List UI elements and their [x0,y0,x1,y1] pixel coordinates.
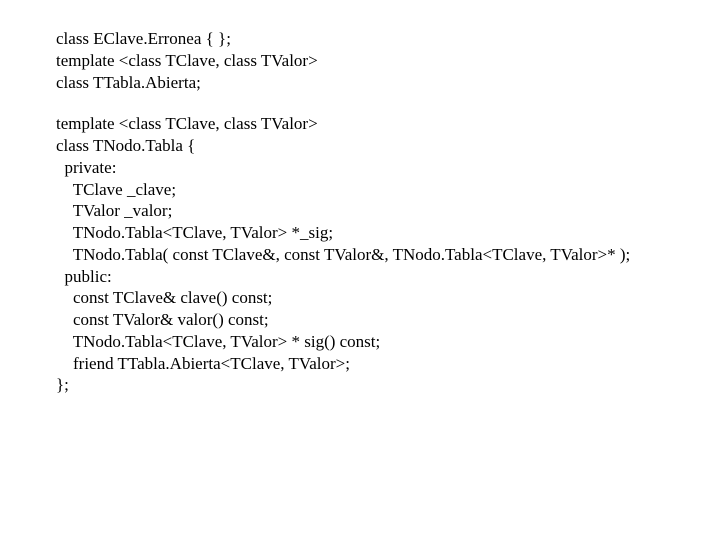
code-line: TNodo.Tabla<TClave, TValor> * sig() cons… [56,332,380,351]
code-line: }; [56,375,69,394]
code-line: const TClave& clave() const; [56,288,272,307]
code-line: TClave _clave; [56,180,176,199]
code-document: class EClave.Erronea { }; template <clas… [0,0,720,396]
code-line: friend TTabla.Abierta<TClave, TValor>; [56,354,350,373]
code-line: class EClave.Erronea { }; [56,29,231,48]
code-line: template <class TClave, class TValor> [56,51,318,70]
code-line: class TNodo.Tabla { [56,136,195,155]
code-line: TNodo.Tabla( const TClave&, const TValor… [56,245,630,264]
code-line: class TTabla.Abierta; [56,73,201,92]
code-block-1: class EClave.Erronea { }; template <clas… [56,28,720,93]
code-line: TNodo.Tabla<TClave, TValor> *_sig; [56,223,333,242]
code-line: public: [56,267,112,286]
code-line: const TValor& valor() const; [56,310,269,329]
blank-line [56,93,720,113]
code-line: template <class TClave, class TValor> [56,114,318,133]
code-line: TValor _valor; [56,201,172,220]
code-line: private: [56,158,116,177]
code-block-2: template <class TClave, class TValor> cl… [56,113,720,396]
